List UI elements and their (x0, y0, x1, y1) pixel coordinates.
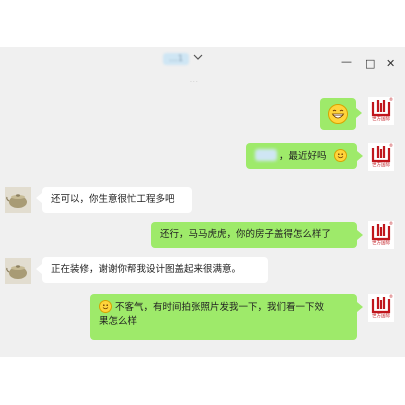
brand-logo-icon (371, 146, 391, 163)
chevron-down-icon[interactable] (193, 54, 203, 64)
avatar[interactable]: ® 世方国际 (368, 143, 394, 171)
avatar[interactable] (5, 258, 31, 284)
bubble-tail (357, 302, 363, 312)
redacted-name (255, 149, 277, 161)
message-bubble[interactable]: 还行，马马虎虎，你的房子盖得怎么样了 (151, 222, 357, 248)
message-text: 不客气，有时间拍张照片发我一下，我们看一下效 (115, 302, 325, 313)
brand-logo-icon (371, 100, 391, 117)
brand-name: 世方国际 (372, 314, 390, 319)
avatar[interactable] (5, 187, 31, 213)
close-button[interactable]: ✕ (386, 58, 395, 69)
smiling-face-icon (333, 149, 347, 162)
avatar[interactable]: ® 世方国际 (368, 221, 394, 249)
avatar[interactable]: ® 世方国际 (368, 97, 394, 125)
message-bubble[interactable] (320, 98, 356, 130)
brand-name: 世方国际 (372, 117, 390, 122)
message-bubble[interactable]: 还可以，你生意很忙工程多吧 (42, 187, 192, 213)
teapot-avatar-icon (5, 258, 31, 284)
bubble-tail (357, 230, 363, 240)
brand-name: 世方国际 (372, 241, 390, 246)
message-text: 还行，马马虎虎，你的房子盖得怎么样了 (160, 229, 332, 240)
message-bubble[interactable]: 正在装修，谢谢你帮我设计图盖起来很满意。 (42, 257, 268, 283)
minimize-button[interactable]: — (341, 56, 352, 67)
grinning-face-icon (328, 104, 348, 124)
message-text: 正在装修，谢谢你帮我设计图盖起来很满意。 (51, 264, 242, 275)
message-text: ，最近好吗 (279, 151, 327, 162)
title-bar: ...1 ... — □ ✕ (0, 47, 405, 84)
message-text: 还可以，你生意很忙工程多吧 (51, 194, 175, 205)
bubble-tail (356, 108, 362, 118)
contact-name: ...1 (163, 53, 190, 65)
smiling-face-icon (99, 300, 112, 313)
brand-logo-icon (371, 297, 391, 314)
message-bubble[interactable]: 不客气，有时间拍张照片发我一下，我们看一下效 果怎么样 (90, 294, 357, 340)
maximize-button[interactable]: □ (365, 58, 375, 69)
avatar[interactable]: ® 世方国际 (368, 294, 394, 322)
message-bubble[interactable]: ，最近好吗 (246, 143, 357, 169)
teapot-avatar-icon (5, 187, 31, 213)
chat-title[interactable]: ...1 (163, 53, 203, 65)
chat-subtitle: ... (190, 77, 199, 84)
brand-name: 世方国际 (372, 163, 390, 168)
chat-window: ...1 ... — □ ✕ ® 世方国际 ，最近好吗 ® 世方国际 还可以，你… (0, 47, 405, 357)
bubble-tail (357, 151, 363, 161)
message-text: 果怎么样 (99, 316, 138, 327)
brand-logo-icon (371, 224, 391, 241)
